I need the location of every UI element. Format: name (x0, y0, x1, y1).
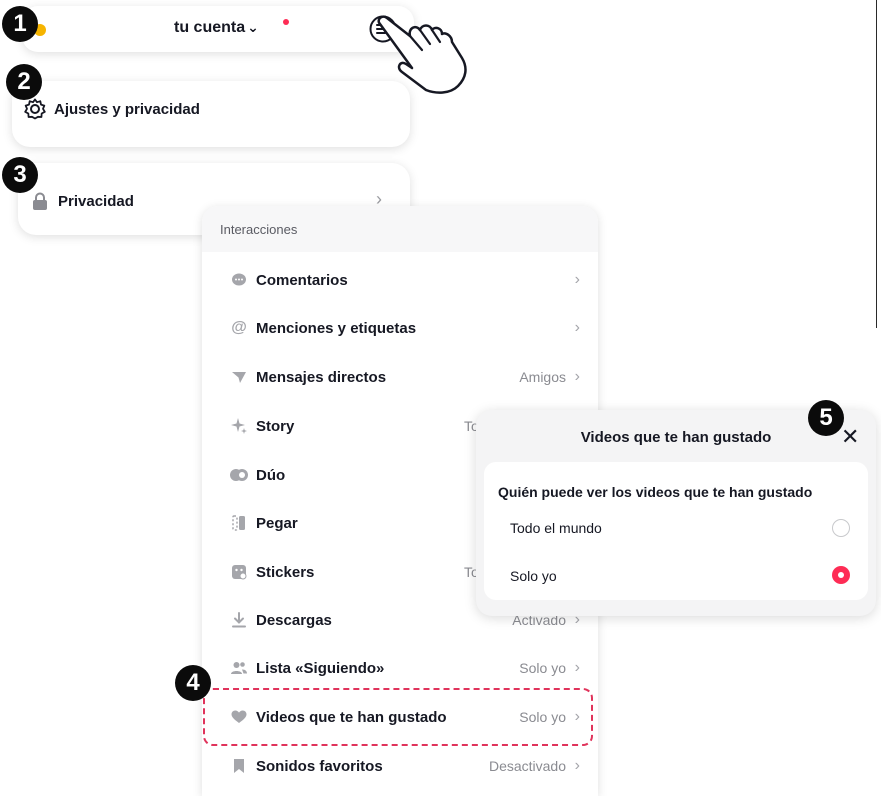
chevron-right-icon: › (574, 271, 580, 288)
option-label: Todo el mundo (510, 520, 602, 536)
list-item-label: Dúo (256, 466, 286, 484)
list-item-label: Descargas (256, 611, 332, 629)
at-icon: @ (231, 319, 247, 336)
duet-icon (230, 466, 248, 484)
list-item-favorite-sounds[interactable]: Sonidos favoritos Desactivado › (202, 742, 598, 790)
privacy-item[interactable]: Privacidad (32, 192, 134, 210)
list-item-label: Menciones y etiquetas (256, 319, 417, 337)
radio-only-me[interactable] (832, 566, 850, 584)
list-item-following-list[interactable]: Lista «Siguiendo» Solo yo › (202, 644, 598, 692)
step-badge-4: 4 (175, 665, 211, 701)
account-title: tu cuenta (174, 19, 246, 36)
liked-videos-popup: Videos que te han gustado ✕ Quién puede … (476, 410, 876, 616)
list-item-value: Solo yo (519, 660, 566, 676)
account-switcher[interactable]: tu cuenta ⌄ (174, 19, 259, 37)
settings-and-privacy-item[interactable]: Ajustes y privacidad (24, 98, 200, 120)
highlight-outline (203, 688, 593, 746)
list-item-label: Stickers (256, 563, 315, 581)
chevron-right-icon: › (574, 757, 580, 774)
lock-icon (33, 192, 47, 210)
comment-icon (230, 271, 248, 289)
list-item-direct-messages[interactable]: Mensajes directos Amigos › (202, 353, 598, 401)
section-header: Interacciones (202, 206, 598, 252)
close-icon[interactable]: ✕ (841, 426, 859, 448)
list-item-comments[interactable]: Comentarios › (202, 256, 598, 304)
step-badge-2: 2 (6, 64, 42, 100)
account-header: tu cuenta ⌄ (22, 6, 414, 52)
notification-dot (283, 19, 289, 25)
sticker-icon (230, 563, 248, 581)
list-item-label: Mensajes directos (256, 368, 387, 386)
popup-question: Quién puede ver los videos que te han gu… (498, 484, 813, 500)
settings-label: Ajustes y privacidad (54, 100, 200, 118)
download-icon (230, 611, 248, 629)
stitch-icon (230, 514, 248, 532)
divider-line (876, 0, 877, 328)
list-item-label: Pegar (256, 514, 298, 532)
step-badge-1: 1 (2, 6, 38, 42)
step-badge-5: 5 (808, 400, 844, 436)
people-icon (230, 659, 248, 677)
list-item-mentions[interactable]: @ Menciones y etiquetas › (202, 304, 598, 352)
settings-card: Ajustes y privacidad (12, 81, 410, 147)
privacy-label: Privacidad (58, 192, 134, 210)
chevron-down-icon: ⌄ (247, 19, 259, 35)
list-item-label: Sonidos favoritos (256, 757, 383, 775)
option-label: Solo yo (510, 568, 557, 584)
list-item-value: Amigos (519, 369, 566, 385)
pointing-hand-icon (377, 15, 467, 94)
chevron-right-icon: › (574, 319, 580, 336)
send-icon (230, 368, 248, 386)
radio-everyone[interactable] (832, 519, 850, 537)
chevron-right-icon: › (574, 368, 580, 385)
section-title: Interacciones (220, 222, 298, 237)
gear-icon (24, 98, 46, 120)
chevron-right-icon: › (574, 659, 580, 676)
sparkle-icon (230, 417, 248, 435)
popup-body: Quién puede ver los videos que te han gu… (484, 462, 868, 600)
list-item-label: Lista «Siguiendo» (256, 659, 385, 677)
list-item-label: Story (256, 417, 295, 435)
step-badge-3: 3 (2, 157, 38, 193)
bookmark-icon (230, 757, 248, 775)
list-item-value: Desactivado (488, 758, 566, 774)
list-item-label: Comentarios (256, 271, 348, 289)
